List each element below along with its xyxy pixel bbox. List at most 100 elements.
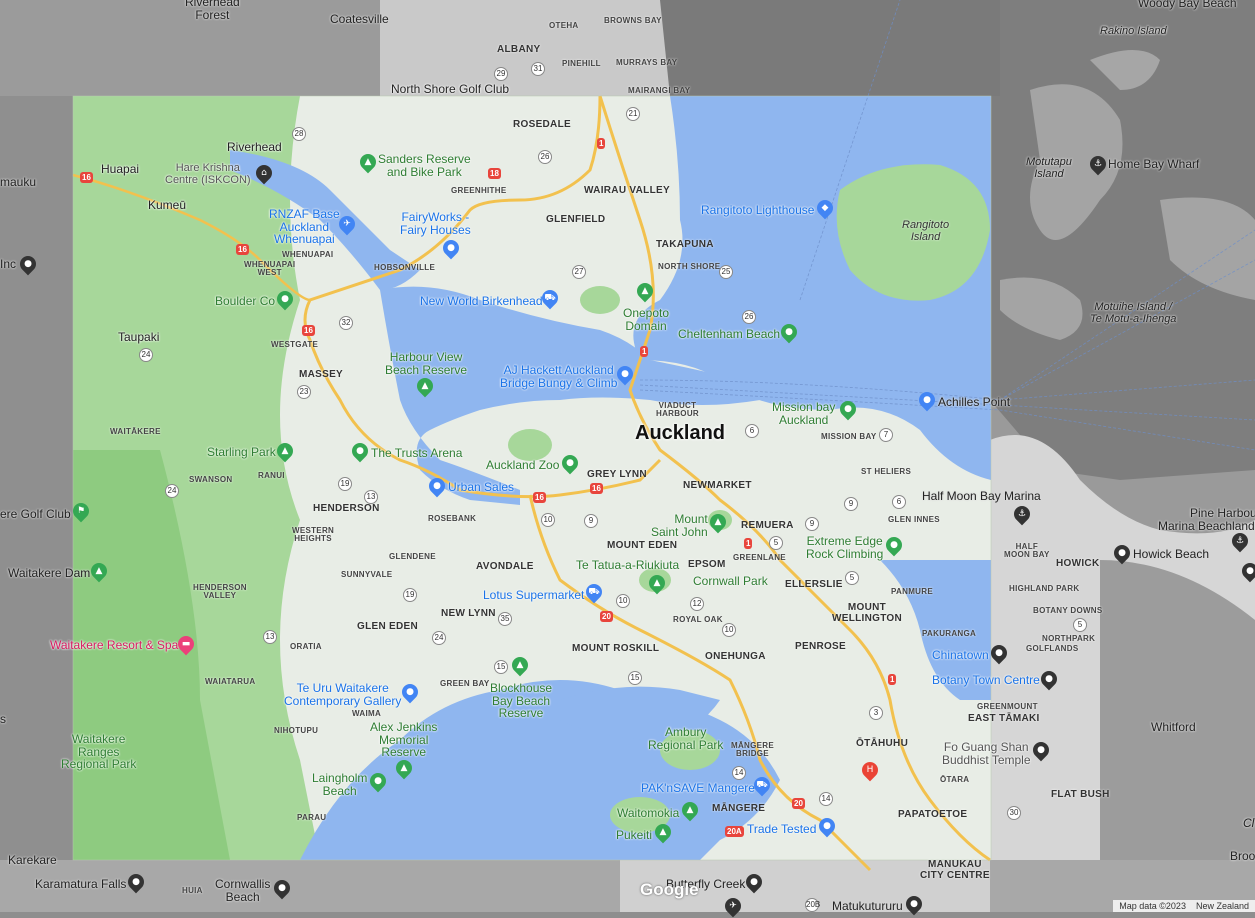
map-canvas[interactable] — [0, 0, 1255, 912]
place-north-shore-golf[interactable]: North Shore Golf Club — [391, 83, 509, 96]
place-oteha[interactable]: OTEHA — [549, 21, 579, 30]
place-matukuturuturu[interactable]: Matukutururu — [832, 900, 903, 913]
poi-urban-sales[interactable]: Urban Sales — [448, 481, 514, 494]
poi-the-trusts-arena[interactable]: The Trusts Arena — [371, 447, 462, 460]
place-half-moon-bay[interactable]: HALF MOON BAY — [1004, 542, 1050, 560]
poi-cornwallis-beach[interactable]: Cornwallis Beach — [215, 878, 270, 903]
place-mount-roskill[interactable]: MOUNT ROSKILL — [572, 643, 659, 655]
poi-onepoto-domain[interactable]: Onepoto Domain — [623, 307, 669, 332]
place-mauku[interactable]: mauku — [0, 176, 36, 189]
place-coatesville[interactable]: Coatesville — [330, 13, 389, 26]
place-whitford[interactable]: Whitford — [1151, 721, 1196, 734]
place-viaduct-harbour[interactable]: VIADUCT HARBOUR — [656, 401, 699, 419]
place-royal-oak[interactable]: ROYAL OAK — [673, 615, 723, 624]
map-attribution[interactable]: Map data ©2023 New Zealand — [1113, 900, 1255, 912]
place-motutapu-island[interactable]: Motutapu Island — [1026, 156, 1072, 180]
poi-fairyworks[interactable]: FairyWorks - Fairy Houses — [400, 211, 471, 236]
place-sunnyvale[interactable]: SUNNYVALE — [341, 570, 392, 579]
place-ranui[interactable]: RANUI — [258, 471, 285, 480]
poi-sanders-reserve[interactable]: Sanders Reserve and Bike Park — [378, 153, 471, 178]
poi-chinatown[interactable]: Chinatown — [932, 649, 989, 662]
poi-cornwall-park[interactable]: Cornwall Park — [693, 575, 768, 588]
poi-te-tatua[interactable]: Te Tatua-a-Riukiuta — [576, 559, 679, 572]
place-glen-innes[interactable]: GLEN INNES — [888, 515, 940, 524]
city-label[interactable]: Auckland — [635, 423, 725, 444]
poi-achilles-point[interactable]: Achilles Point — [938, 396, 1010, 409]
place-s-edge[interactable]: s — [0, 713, 6, 726]
place-newmarket[interactable]: NEWMARKET — [683, 480, 752, 492]
place-botany-downs[interactable]: BOTANY DOWNS — [1033, 606, 1103, 615]
poi-harbour-view[interactable]: Harbour View Beach Reserve — [385, 351, 467, 376]
place-new-lynn[interactable]: NEW LYNN — [441, 608, 496, 620]
place-takapuna[interactable]: TAKAPUNA — [656, 239, 714, 251]
poi-boulder-co[interactable]: Boulder Co — [215, 295, 275, 308]
place-rosedale[interactable]: ROSEDALE — [513, 119, 571, 131]
poi-karamatura-falls[interactable]: Karamatura Falls — [35, 878, 126, 891]
place-westgate[interactable]: WESTGATE — [271, 340, 318, 349]
place-avondale[interactable]: AVONDALE — [476, 561, 534, 573]
place-north-shore[interactable]: NORTH SHORE — [658, 262, 720, 271]
place-otahuhu[interactable]: ŌTĀHUHU — [856, 738, 908, 750]
poi-paknsave-mangere[interactable]: PAK'nSAVE Mangere — [641, 782, 755, 795]
place-wairau-valley[interactable]: WAIRAU VALLEY — [584, 185, 670, 197]
place-hobsonville[interactable]: HOBSONVILLE — [374, 263, 435, 272]
poi-pukeiti[interactable]: Pukeiti — [616, 829, 652, 842]
poi-blockhouse-bay[interactable]: Blockhouse Bay Beach Reserve — [490, 682, 552, 720]
place-mission-bay[interactable]: MISSION BAY — [821, 432, 876, 441]
place-rosebank[interactable]: ROSEBANK — [428, 514, 476, 523]
place-whenuapai[interactable]: WHENUAPAI — [282, 250, 333, 259]
place-rangitoto-island[interactable]: Rangitoto Island — [902, 219, 949, 243]
place-green-bay[interactable]: GREEN BAY — [440, 679, 490, 688]
poi-lotus-supermarket[interactable]: Lotus Supermarket — [483, 589, 584, 602]
poi-mission-bay-auckland[interactable]: Mission bay Auckland — [772, 401, 835, 426]
poi-hare-krishna[interactable]: Hare Krishna Centre (ISKCON) — [165, 162, 251, 186]
place-huia[interactable]: HUIA — [182, 886, 203, 895]
place-riverhead[interactable]: Riverhead — [227, 141, 282, 154]
poi-waitakere-ranges[interactable]: Waitakere Ranges Regional Park — [61, 733, 136, 771]
place-waiatarua[interactable]: WAIATARUA — [205, 677, 255, 686]
place-greenmount[interactable]: GREENMOUNT — [977, 702, 1038, 711]
place-remuera[interactable]: REMUERA — [741, 520, 794, 532]
place-nihotupu[interactable]: NIHOTUPU — [274, 726, 318, 735]
place-mangere[interactable]: MĀNGERE — [712, 803, 765, 815]
place-inc[interactable]: Inc — [0, 258, 16, 271]
place-whenuapai-west[interactable]: WHENUAPAI WEST — [244, 260, 295, 278]
place-browns-bay[interactable]: BROWNS BAY — [604, 16, 662, 25]
place-taupaki[interactable]: Taupaki — [118, 331, 159, 344]
place-cl[interactable]: Cl — [1243, 817, 1254, 830]
poi-botany-town-centre[interactable]: Botany Town Centre — [932, 674, 1040, 687]
place-western-heights[interactable]: WESTERN HEIGHTS — [292, 526, 334, 544]
poi-half-moon-bay-marina[interactable]: Half Moon Bay Marina — [922, 490, 1041, 503]
place-waitakere[interactable]: WAITĀKERE — [110, 427, 161, 436]
place-ellerslie[interactable]: ELLERSLIE — [785, 579, 843, 591]
poi-home-bay-wharf[interactable]: Home Bay Wharf — [1108, 158, 1199, 171]
place-flat-bush[interactable]: FLAT BUSH — [1051, 789, 1110, 801]
place-panmure[interactable]: PANMURE — [891, 587, 933, 596]
place-kumeu[interactable]: Kumeū — [148, 199, 186, 212]
poi-waitakere-resort[interactable]: Waitakere Resort & Spa — [50, 639, 178, 652]
place-riverhead-forest[interactable]: Riverhead Forest — [185, 0, 240, 21]
poi-fo-guang-shan[interactable]: Fo Guang Shan Buddhist Temple — [942, 741, 1031, 766]
place-mount-wellington[interactable]: MOUNT WELLINGTON — [832, 602, 902, 624]
place-massey[interactable]: MASSEY — [299, 369, 343, 381]
place-rakino-island[interactable]: Rakino Island — [1100, 25, 1167, 38]
place-east-tamaki[interactable]: EAST TĀMAKI — [968, 713, 1040, 725]
place-mangere-bridge[interactable]: MĀNGERE BRIDGE — [731, 741, 774, 759]
place-grey-lynn[interactable]: GREY LYNN — [587, 469, 647, 481]
place-swanson[interactable]: SWANSON — [189, 475, 232, 484]
poi-pine-harbour[interactable]: Pine Harbour Marina Beachlands — [1158, 507, 1255, 532]
place-greenhithe[interactable]: GREENHITHE — [451, 186, 506, 195]
poi-cheltenham-beach[interactable]: Cheltenham Beach — [678, 328, 780, 341]
place-waima[interactable]: WAIMA — [352, 709, 381, 718]
poi-howick-beach[interactable]: Howick Beach — [1133, 548, 1209, 561]
place-manukau-city-centre[interactable]: MANUKAU CITY CENTRE — [920, 859, 990, 881]
poi-mount-saint-john[interactable]: Mount Saint John — [651, 513, 708, 538]
place-howick[interactable]: HOWICK — [1056, 558, 1099, 570]
place-golflands[interactable]: GOLFLANDS — [1026, 644, 1078, 653]
poi-te-uru[interactable]: Te Uru Waitakere Contemporary Gallery — [284, 682, 401, 707]
poi-rnzaf-base[interactable]: RNZAF Base Auckland Whenuapai — [269, 208, 340, 246]
place-otara[interactable]: ŌTARA — [940, 775, 969, 784]
poi-trade-tested[interactable]: Trade Tested — [747, 823, 816, 836]
poi-waitakere-dam[interactable]: Waitakere Dam — [8, 567, 90, 580]
poi-starling-park[interactable]: Starling Park — [207, 446, 276, 459]
